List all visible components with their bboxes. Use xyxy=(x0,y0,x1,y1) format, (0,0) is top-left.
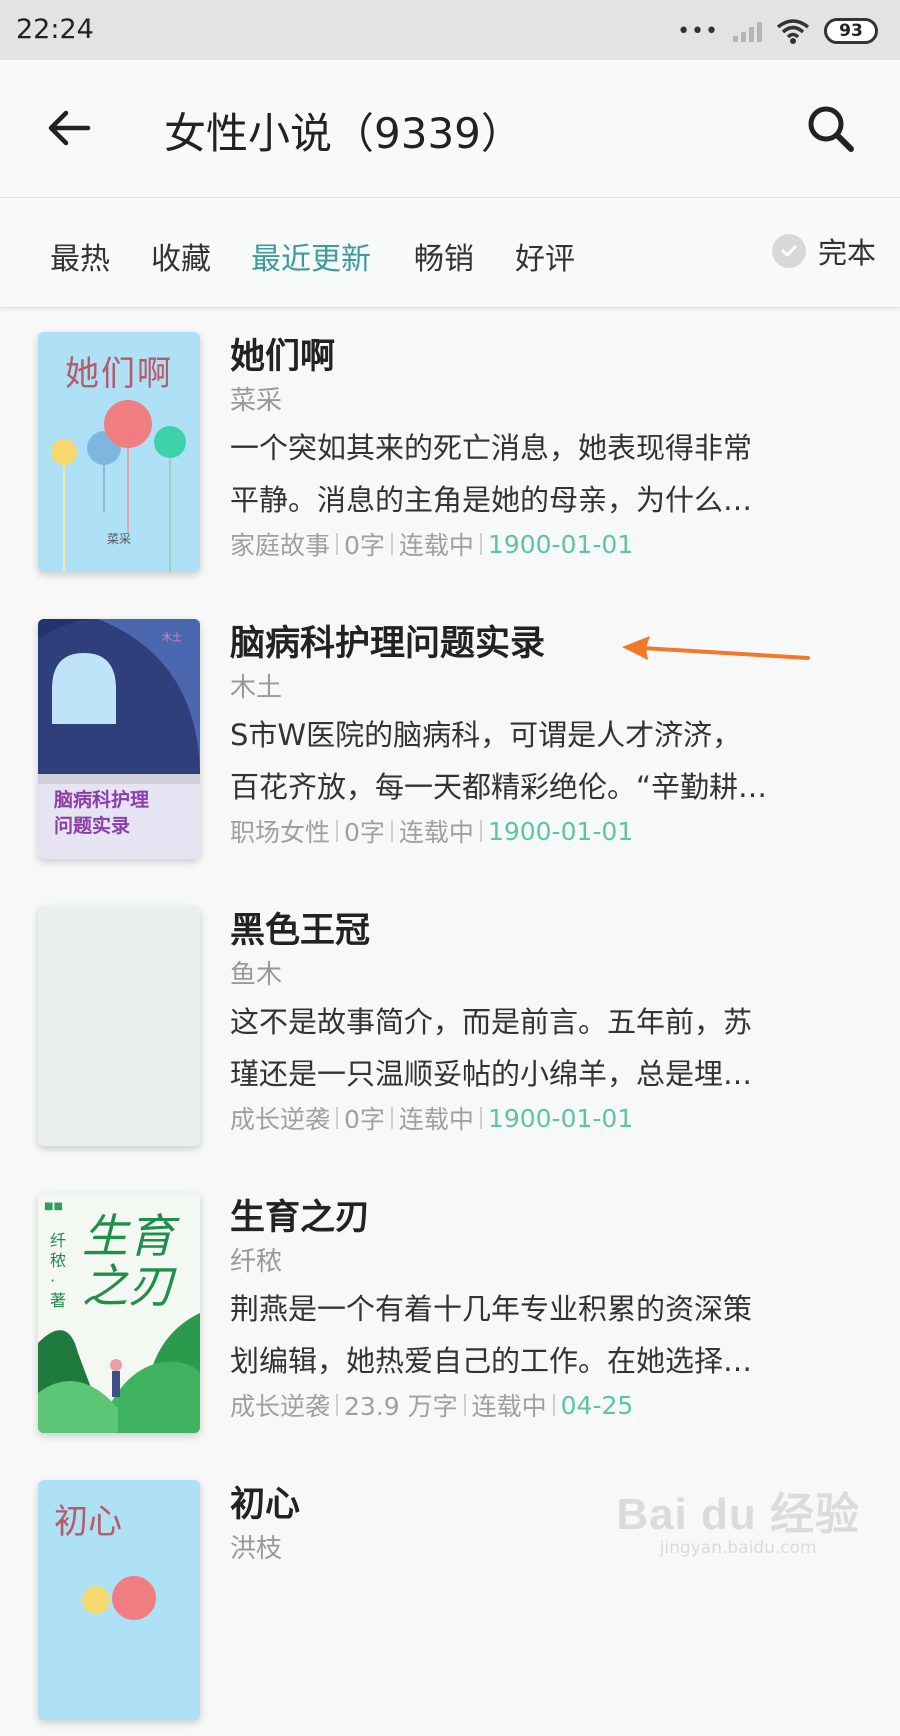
battery-icon: 93 xyxy=(824,18,878,44)
book-word-count: 0字 xyxy=(344,1105,385,1134)
book-title: 生育之刃 xyxy=(230,1198,371,1238)
book-cover: 她们啊 菜采 xyxy=(38,332,200,572)
wifi-icon xyxy=(776,19,810,44)
book-cover: 初心 xyxy=(38,1480,200,1720)
description-line: 平静。消息的主角是她的母亲，为什么… xyxy=(230,483,753,517)
book-update-date: 1900-01-01 xyxy=(487,816,634,846)
book-author: 洪枝 xyxy=(230,1534,283,1564)
check-icon xyxy=(771,234,806,268)
book-author: 菜采 xyxy=(230,386,283,416)
baidu-watermark: Bai du 经验 jingyan.baidu.com xyxy=(616,1478,860,1558)
book-title: 黑色王冠 xyxy=(230,911,371,951)
tab-recently-updated[interactable]: 最近更新 xyxy=(251,234,371,278)
book-description: S市W医院的脑病科，可谓是人才济济， 百花齐放，每一天都精彩绝伦。“辛勤耕… xyxy=(230,709,860,813)
book-cover: 木土 脑病科护理 问题实录 xyxy=(38,619,200,859)
book-description: 荆燕是一个有着十几年专业积累的资深策 划编辑，她热爱自己的工作。在她选择… xyxy=(230,1283,860,1387)
cover-author: 菜采 xyxy=(106,532,131,546)
book-title: 她们啊 xyxy=(230,337,336,377)
tab-top-rated[interactable]: 好评 xyxy=(515,234,575,278)
cover-title-line: 问题实录 xyxy=(54,815,131,837)
book-genre: 职场女性 xyxy=(230,818,331,847)
book-status: 连载中 xyxy=(471,1392,547,1421)
tab-favorites[interactable]: 收藏 xyxy=(151,234,211,278)
status-icons: ••• 93 xyxy=(677,14,878,48)
search-icon[interactable] xyxy=(804,102,856,154)
cover-author: 纤秾·著 xyxy=(50,1231,67,1310)
page-title: 女性小说（9339） xyxy=(164,109,523,158)
battery-level: 93 xyxy=(839,20,863,41)
book-word-count: 0字 xyxy=(344,531,385,560)
book-item[interactable]: 她们啊 菜采 她们啊 菜采 一个突如其来的死亡消息，她表现得非常 平静。消息的主… xyxy=(0,308,900,588)
book-genre: 家庭故事 xyxy=(230,531,331,560)
cover-publisher-logo: ■■ xyxy=(44,1201,63,1212)
book-update-date: 04-25 xyxy=(560,1390,634,1420)
book-word-count: 23.9 万字 xyxy=(344,1392,458,1421)
app-header: 女性小说（9339） xyxy=(0,60,900,198)
description-line: 瑾还是一只温顺妥帖的小绵羊，总是埋… xyxy=(230,1057,753,1091)
more-dots-icon: ••• xyxy=(677,18,719,44)
book-status: 连载中 xyxy=(398,818,474,847)
book-title: 初心 xyxy=(230,1485,301,1525)
signal-icon xyxy=(733,20,762,42)
cover-title: 她们啊 xyxy=(65,354,173,394)
book-item[interactable]: ■■ 生育 之刃 纤秾·著 生育之刃 纤秾 荆燕是一个有着十几年专业积累的资深策… xyxy=(0,1169,900,1449)
book-meta: 家庭故事 0字 连载中 1900-01-01 xyxy=(230,526,633,562)
book-item[interactable]: 黑色王冠 鱼木 这不是故事简介，而是前言。五年前，苏 瑾还是一只温顺妥帖的小绵羊… xyxy=(0,882,900,1162)
tab-hottest[interactable]: 最热 xyxy=(50,234,110,278)
cover-title-line: 之刃 xyxy=(82,1259,174,1313)
book-genre: 成长逆袭 xyxy=(230,1105,331,1134)
description-line: 百花齐放，每一天都精彩绝伦。“辛勤耕… xyxy=(230,770,768,804)
watermark-logo: Bai du 经验 xyxy=(616,1490,860,1539)
book-status: 连载中 xyxy=(398,1105,474,1134)
book-genre: 成长逆袭 xyxy=(230,1392,331,1421)
status-time: 22:24 xyxy=(16,14,94,45)
description-line: 一个突如其来的死亡消息，她表现得非常 xyxy=(230,431,753,465)
book-meta: 成长逆袭 0字 连载中 1900-01-01 xyxy=(230,1100,633,1136)
book-status: 连载中 xyxy=(398,531,474,560)
status-bar: 22:24 ••• 93 xyxy=(0,0,900,60)
book-title: 脑病科护理问题实录 xyxy=(230,624,546,664)
book-description: 一个突如其来的死亡消息，她表现得非常 平静。消息的主角是她的母亲，为什么… xyxy=(230,422,860,526)
description-line: 荆燕是一个有着十几年专业积累的资深策 xyxy=(230,1292,753,1326)
book-meta: 职场女性 0字 连载中 1900-01-01 xyxy=(230,813,633,849)
cover-title-line: 脑病科护理 xyxy=(54,789,150,811)
tab-bestselling[interactable]: 畅销 xyxy=(414,234,474,278)
book-meta: 成长逆袭 23.9 万字 连载中 04-25 xyxy=(230,1387,633,1423)
book-update-date: 1900-01-01 xyxy=(487,529,634,559)
book-author: 鱼木 xyxy=(230,960,283,990)
description-line: 这不是故事简介，而是前言。五年前，苏 xyxy=(230,1005,753,1039)
book-cover-placeholder xyxy=(38,906,200,1146)
back-arrow-icon[interactable] xyxy=(44,104,92,152)
book-author: 木土 xyxy=(230,673,283,703)
book-author: 纤秾 xyxy=(230,1247,283,1277)
cover-title: 脑病科护理 问题实录 xyxy=(54,787,149,839)
sort-tabs: 最热 收藏 最近更新 畅销 好评 完本 xyxy=(0,198,900,308)
cover-title: 生育 之刃 xyxy=(82,1211,174,1311)
book-cover: ■■ 生育 之刃 纤秾·著 xyxy=(38,1193,200,1433)
cover-author: 木土 xyxy=(162,633,182,644)
book-update-date: 1900-01-01 xyxy=(487,1103,634,1133)
book-word-count: 0字 xyxy=(344,818,385,847)
book-description: 这不是故事简介，而是前言。五年前，苏 瑾还是一只温顺妥帖的小绵羊，总是埋… xyxy=(230,996,860,1100)
cover-title: 初心 xyxy=(54,1502,122,1542)
filter-completed-toggle[interactable]: 完本 xyxy=(771,230,876,272)
book-item[interactable]: 木土 脑病科护理 问题实录 脑病科护理问题实录 木土 S市W医院的脑病科，可谓是… xyxy=(0,595,900,875)
filter-completed-label: 完本 xyxy=(817,236,876,270)
description-line: 划编辑，她热爱自己的工作。在她选择… xyxy=(230,1344,753,1378)
description-line: S市W医院的脑病科，可谓是人才济济， xyxy=(230,718,742,752)
cover-title-line: 生育 xyxy=(82,1209,174,1263)
